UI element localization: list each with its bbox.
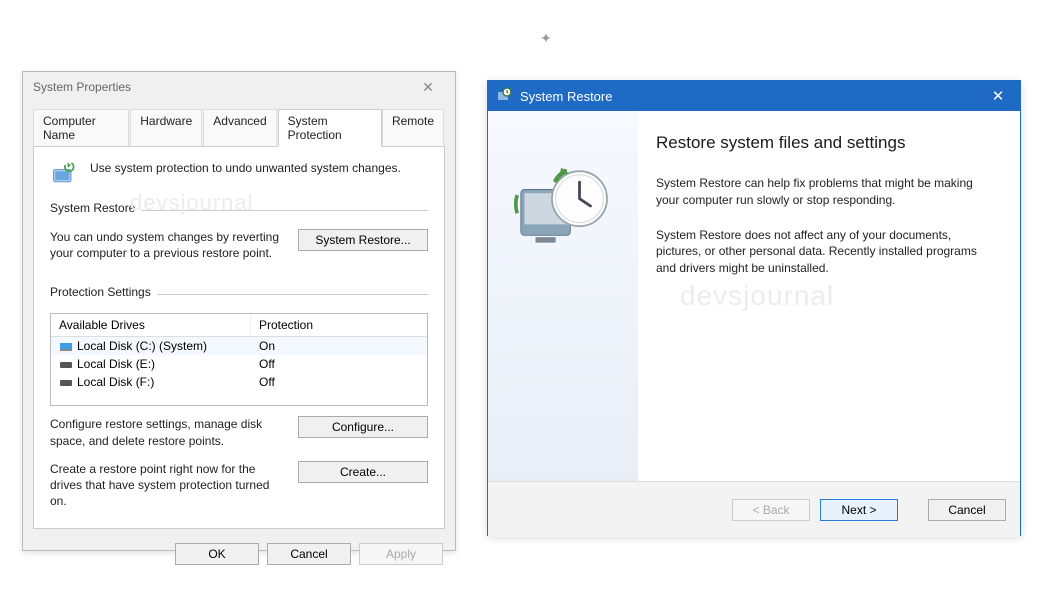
drive-icon	[59, 359, 73, 369]
tab-system-protection[interactable]: System Protection	[278, 109, 382, 147]
sysprops-footer: OK Cancel Apply	[23, 537, 455, 575]
system-properties-window: System Properties ✕ Computer Name Hardwa…	[22, 71, 456, 551]
sysprops-titlebar[interactable]: System Properties ✕	[23, 72, 455, 102]
wizard-sidebar	[488, 111, 638, 481]
drive-name: Local Disk (E:)	[77, 357, 155, 371]
system-restore-button[interactable]: System Restore...	[298, 229, 428, 251]
section-title-restore: System Restore	[50, 201, 135, 219]
column-header-drives[interactable]: Available Drives	[51, 314, 251, 336]
tab-strip: Computer Name Hardware Advanced System P…	[33, 108, 445, 147]
close-button[interactable]: ✕	[411, 76, 445, 98]
close-icon: ✕	[992, 87, 1005, 105]
cancel-button[interactable]: Cancel	[267, 543, 351, 565]
table-row[interactable]: Local Disk (C:) (System) On	[51, 337, 427, 355]
wizard-heading: Restore system files and settings	[656, 133, 996, 153]
drive-name: Local Disk (C:) (System)	[77, 339, 207, 353]
wizard-main: Restore system files and settings System…	[638, 111, 1020, 481]
section-title-protection: Protection Settings	[50, 285, 151, 303]
drive-icon	[59, 377, 73, 387]
tab-hardware[interactable]: Hardware	[130, 109, 202, 147]
intro-text: Use system protection to undo unwanted s…	[90, 159, 401, 175]
decorative-sparkle-icon: ✦	[540, 30, 552, 47]
wizard-footer: < Back Next > Cancel	[488, 481, 1020, 537]
cancel-button[interactable]: Cancel	[928, 499, 1006, 521]
tab-body: Use system protection to undo unwanted s…	[33, 147, 445, 529]
restore-icon	[496, 87, 512, 106]
tab-remote[interactable]: Remote	[382, 109, 444, 147]
system-protection-icon	[50, 159, 78, 187]
create-description: Create a restore point right now for the…	[50, 461, 284, 510]
wizard-paragraph-2: System Restore does not affect any of yo…	[656, 227, 996, 277]
back-button: < Back	[732, 499, 810, 521]
column-header-protection[interactable]: Protection	[251, 314, 427, 336]
drive-name: Local Disk (F:)	[77, 375, 154, 389]
system-restore-wizard: System Restore ✕ Restore system files an…	[487, 80, 1021, 536]
ok-button[interactable]: OK	[175, 543, 259, 565]
apply-button: Apply	[359, 543, 443, 565]
close-icon: ✕	[422, 79, 434, 96]
wizard-title: System Restore	[520, 89, 612, 104]
wizard-paragraph-1: System Restore can help fix problems tha…	[656, 175, 996, 209]
wizard-titlebar[interactable]: System Restore ✕	[488, 81, 1020, 111]
configure-description: Configure restore settings, manage disk …	[50, 416, 284, 448]
drives-list[interactable]: Local Disk (C:) (System) On Local Disk (…	[51, 337, 427, 405]
drives-table: Available Drives Protection Local Disk (…	[50, 313, 428, 406]
sysprops-title: System Properties	[33, 80, 131, 94]
protection-status: On	[251, 339, 427, 353]
table-row[interactable]: Local Disk (F:) Off	[51, 373, 427, 391]
system-drive-icon	[59, 341, 73, 351]
restore-description: You can undo system changes by reverting…	[50, 229, 284, 261]
configure-button[interactable]: Configure...	[298, 416, 428, 438]
create-button[interactable]: Create...	[298, 461, 428, 483]
restore-hero-icon	[508, 151, 618, 261]
close-button[interactable]: ✕	[976, 81, 1020, 111]
table-row[interactable]: Local Disk (E:) Off	[51, 355, 427, 373]
tab-advanced[interactable]: Advanced	[203, 109, 276, 147]
tab-computer-name[interactable]: Computer Name	[33, 109, 129, 147]
next-button[interactable]: Next >	[820, 499, 898, 521]
protection-status: Off	[251, 357, 427, 371]
protection-status: Off	[251, 375, 427, 389]
